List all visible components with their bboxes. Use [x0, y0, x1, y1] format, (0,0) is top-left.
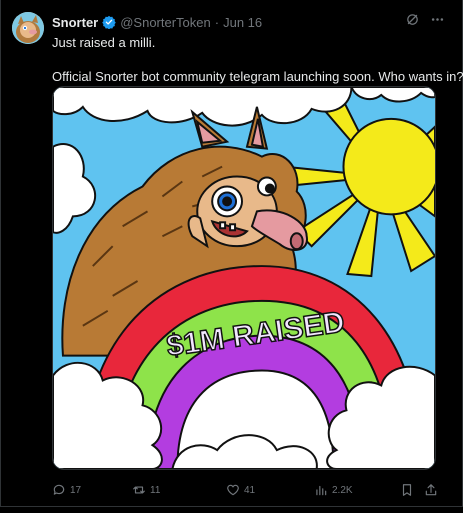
grok-icon[interactable]: [405, 12, 420, 27]
tweet-text: Just raised a milli. Official Snorter bo…: [52, 34, 463, 85]
avatar[interactable]: [12, 12, 44, 44]
like-button[interactable]: 41: [226, 480, 255, 500]
frame-left-border: [0, 0, 1, 507]
repost-button[interactable]: 11: [132, 480, 160, 500]
reply-button[interactable]: 17: [52, 480, 81, 500]
bookmark-button[interactable]: [400, 480, 414, 500]
views-button[interactable]: 2.2K: [314, 480, 353, 500]
reply-icon: [52, 483, 66, 497]
tweet-header: Snorter @SnorterToken · Jun 16: [52, 13, 262, 31]
repost-count: 11: [150, 484, 161, 496]
share-icon: [424, 483, 438, 497]
share-button[interactable]: [424, 480, 438, 500]
verified-badge-icon: [102, 15, 117, 30]
tweet-image[interactable]: $1M RAISED: [52, 86, 436, 470]
reply-count: 17: [70, 484, 82, 496]
frame-bottom-border: [0, 506, 463, 507]
author-handle[interactable]: @SnorterToken: [120, 15, 211, 30]
like-count: 41: [244, 484, 256, 496]
more-icon[interactable]: [430, 12, 445, 27]
separator-dot: ·: [214, 14, 220, 30]
views-count: 2.2K: [332, 484, 353, 496]
author-name[interactable]: Snorter: [52, 15, 98, 30]
tweet-text-line-2: Official Snorter bot community telegram …: [52, 69, 463, 84]
like-icon: [226, 483, 240, 497]
post-date[interactable]: Jun 16: [223, 15, 262, 30]
repost-icon: [132, 483, 146, 497]
tweet-text-line-1: Just raised a milli.: [52, 35, 156, 50]
bookmark-icon: [400, 483, 414, 497]
action-bar: 17 11 41 2.2K: [52, 480, 444, 500]
top-right-icons: [405, 12, 445, 27]
views-icon: [314, 483, 328, 497]
